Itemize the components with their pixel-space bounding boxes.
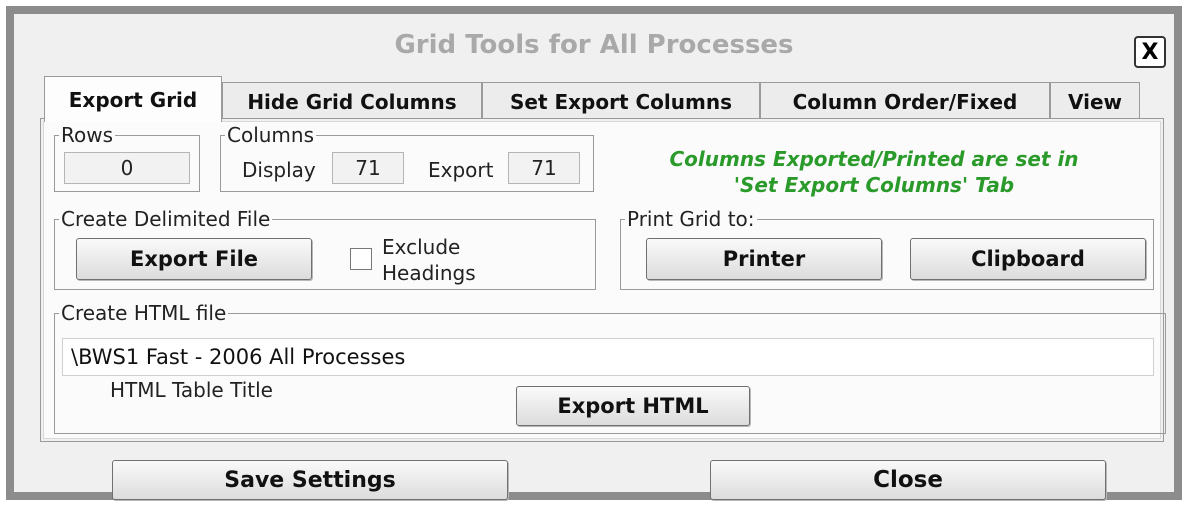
exclude-headings-checkbox[interactable] [350,248,372,270]
exclude-headings-line-2: Headings [382,261,476,285]
export-file-button[interactable]: Export File [76,238,312,280]
tab-set-export-columns[interactable]: Set Export Columns [482,82,760,120]
printer-button[interactable]: Printer [646,238,882,280]
clipboard-button[interactable]: Clipboard [910,238,1146,280]
tab-export-grid[interactable]: Export Grid [44,76,222,122]
dialog-title: Grid Tools for All Processes [394,30,794,60]
exclude-headings-label: Exclude Headings [382,234,476,286]
export-count-field: 71 [508,152,580,184]
html-table-title-label: HTML Table Title [110,378,273,402]
rows-count-field: 0 [64,152,190,184]
tab-hide-grid-columns[interactable]: Hide Grid Columns [222,82,482,120]
note-line-2: 'Set Export Columns' Tab [733,173,1015,197]
delimited-legend: Create Delimited File [61,207,271,231]
columns-legend: Columns [227,123,315,147]
exclude-headings-line-1: Exclude [382,235,461,259]
grid-tools-dialog: Grid Tools for All Processes X Export Gr… [6,6,1182,500]
close-icon[interactable]: X [1134,36,1166,68]
close-button[interactable]: Close [710,460,1106,500]
export-columns-note: Columns Exported/Printed are set in 'Set… [624,146,1124,198]
tab-view[interactable]: View [1050,82,1140,120]
note-line-1: Columns Exported/Printed are set in [669,147,1079,171]
display-count-field: 71 [332,152,404,184]
tab-column-order-fixed[interactable]: Column Order/Fixed [760,82,1050,120]
export-html-button[interactable]: Export HTML [516,386,750,426]
html-legend: Create HTML file [61,301,227,325]
save-settings-button[interactable]: Save Settings [112,460,508,500]
rows-legend: Rows [61,123,114,147]
print-legend: Print Grid to: [627,207,755,231]
export-label: Export [428,158,494,182]
html-table-title-input[interactable]: \BWS1 Fast - 2006 All Processes [62,338,1154,376]
display-label: Display [242,158,316,182]
